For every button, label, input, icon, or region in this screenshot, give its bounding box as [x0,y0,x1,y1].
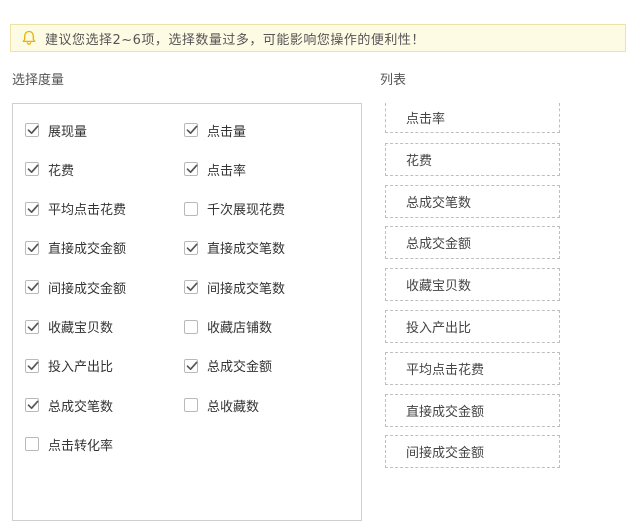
metric-option[interactable]: 总成交金额 [184,356,272,376]
checkbox-checked[interactable] [25,358,39,373]
checkbox-unchecked[interactable] [184,319,198,334]
metric-option-label: 总收藏数 [207,399,260,415]
checkmark-icon [27,282,39,292]
list-item[interactable]: 间接成交金额 [385,435,560,469]
list-item[interactable]: 投入产出比 [385,310,560,343]
metric-option[interactable]: 间接成交笔数 [184,277,285,297]
checkbox-checked[interactable] [184,123,198,137]
metric-option-label: 展现量 [48,124,88,140]
select-metrics-title: 选择度量 [12,73,65,88]
metric-option-label: 点击量 [207,124,247,140]
metric-option[interactable]: 直接成交金额 [25,238,126,258]
metric-option-label: 收藏宝贝数 [48,321,114,336]
metric-option[interactable]: 总收藏数 [184,395,259,415]
metric-option-label: 总成交金额 [207,360,273,376]
list-item[interactable]: 直接成交金额 [385,393,560,427]
checkmark-icon [27,400,39,410]
checkbox-unchecked[interactable] [184,201,198,216]
metric-option[interactable]: 总成交笔数 [25,395,113,415]
metric-option[interactable]: 收藏店铺数 [184,317,272,337]
metric-option[interactable]: 间接成交金额 [25,277,126,297]
checkbox-checked[interactable] [184,280,198,295]
metric-option-label: 间接成交笔数 [207,281,286,297]
metric-option-label: 直接成交笔数 [207,242,286,258]
metric-option[interactable]: 点击率 [184,159,246,179]
list-item[interactable]: 平均点击花费 [385,351,560,385]
checkbox-checked[interactable] [184,358,198,373]
checkmark-icon [27,361,39,370]
checkbox-checked[interactable] [25,123,39,137]
metric-option[interactable]: 花费 [25,159,74,179]
metric-option-label: 收藏店铺数 [207,321,273,336]
metric-option-label: 花费 [48,163,75,179]
metric-option[interactable]: 直接成交笔数 [184,238,285,258]
checkbox-unchecked[interactable] [25,437,39,452]
metric-option-label: 总成交笔数 [48,399,114,415]
metric-option-label: 投入产出比 [48,360,114,376]
metric-option-label: 点击率 [207,163,247,179]
list-item[interactable]: 点击率 [385,103,560,133]
metric-option-label: 间接成交金额 [48,281,127,297]
notice-text: 建议您选择2~6项，选择数量过多，可能影响您操作的便利性！ [45,32,425,48]
metric-option-label: 点击转化率 [48,438,114,454]
checkbox-checked[interactable] [184,240,198,255]
metric-option-label: 千次展现花费 [207,203,286,219]
checkbox-checked[interactable] [25,398,39,413]
checkmark-icon [27,204,39,213]
checkbox-checked[interactable] [25,162,39,177]
checkbox-checked[interactable] [25,201,39,216]
metric-option-label: 平均点击花费 [48,203,127,219]
checkmark-icon [186,125,198,135]
checkmark-icon [27,322,39,331]
notice-bar: 建议您选择2~6项，选择数量过多，可能影响您操作的便利性！ [10,24,626,52]
checkbox-checked[interactable] [25,240,39,255]
list-item[interactable]: 花费 [385,142,560,176]
metric-option[interactable]: 点击量 [184,120,246,140]
list-item[interactable]: 收藏宝贝数 [385,268,560,302]
metric-option[interactable]: 收藏宝贝数 [25,317,113,337]
metric-option-label: 直接成交金额 [48,242,127,258]
metric-option[interactable]: 平均点击花费 [25,199,126,219]
checkbox-unchecked[interactable] [184,398,198,413]
checkmark-icon [27,125,39,135]
checkbox-checked[interactable] [25,319,39,334]
bell-icon [21,30,37,46]
metrics-options-panel: 展现量 点击量花费 点击率平均点击花费 千次展现花费直接成交金额 直接成交笔数间接成交金… [12,103,362,521]
checkmark-icon [186,361,198,370]
checkmark-icon [186,164,198,174]
metric-option[interactable]: 点击转化率 [25,434,113,454]
checkmark-icon [27,243,39,252]
metric-option[interactable]: 展现量 [25,120,87,140]
list-title: 列表 [380,73,407,88]
checkmark-icon [186,282,198,292]
checkbox-checked[interactable] [25,280,39,295]
checkmark-icon [27,164,39,174]
checkbox-checked[interactable] [184,162,198,177]
list-item[interactable]: 总成交金额 [385,226,560,260]
metric-option[interactable]: 千次展现花费 [184,199,285,219]
checkmark-icon [186,243,198,252]
list-item[interactable]: 总成交笔数 [385,184,560,218]
metric-option[interactable]: 投入产出比 [25,356,113,376]
